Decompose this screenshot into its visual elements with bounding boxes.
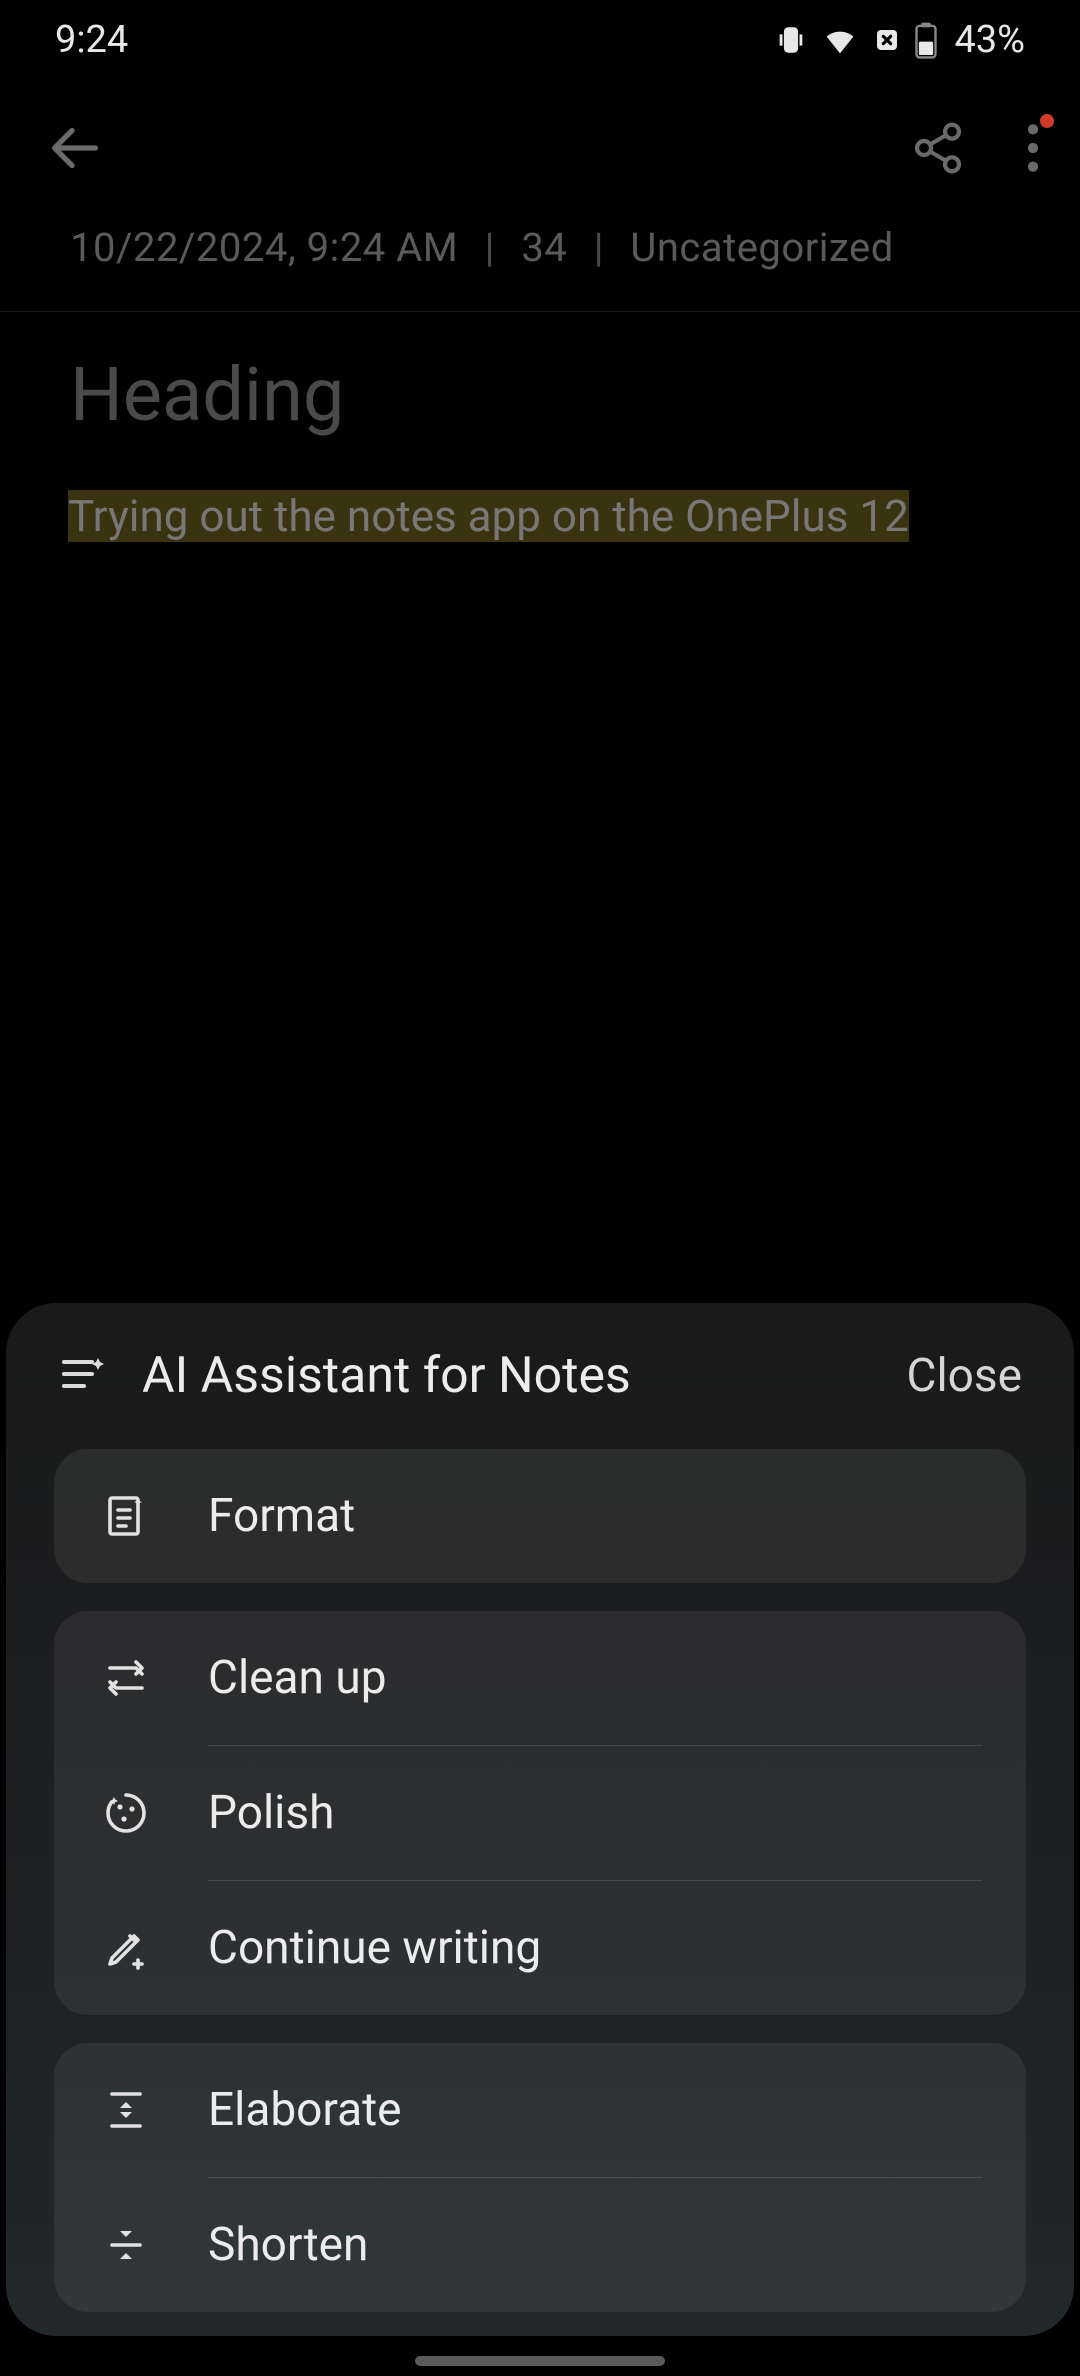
sheet-title: AI Assistant for Notes: [142, 1347, 907, 1405]
option-label: Shorten: [208, 2218, 368, 2272]
meta-separator: |: [485, 224, 495, 271]
selected-text[interactable]: Trying out the notes app on the OnePlus …: [68, 490, 909, 542]
shorten-icon: [98, 2221, 154, 2269]
meta-separator: |: [594, 224, 604, 271]
close-button[interactable]: Close: [907, 1349, 1023, 1403]
app-bar: [0, 80, 1080, 220]
ai-assistant-sheet: AI Assistant for Notes Close Format: [6, 1303, 1074, 2336]
polish-option[interactable]: Polish: [54, 1746, 1026, 1880]
battery-percent: 43%: [954, 18, 1025, 62]
share-button[interactable]: [910, 120, 966, 180]
elaborate-option[interactable]: Elaborate: [54, 2043, 1026, 2177]
vibrate-icon: [774, 23, 808, 57]
note-body-area[interactable]: Trying out the notes app on the OnePlus …: [0, 439, 1080, 544]
option-group: Elaborate Shorten: [54, 2043, 1026, 2312]
sheet-header: AI Assistant for Notes Close: [54, 1347, 1026, 1405]
status-icons: 43%: [774, 18, 1025, 62]
battery-icon: [914, 21, 938, 59]
polish-icon: [98, 1789, 154, 1837]
note-char-count: 34: [521, 224, 567, 271]
shorten-option[interactable]: Shorten: [54, 2178, 1026, 2312]
note-category[interactable]: Uncategorized: [630, 224, 893, 271]
note-date: 10/22/2024, 9:24 AM: [70, 224, 458, 271]
status-time: 9:24: [55, 18, 128, 62]
option-group: Format: [54, 1449, 1026, 1583]
option-group: Clean up Polish: [54, 1611, 1026, 2015]
option-label: Continue writing: [208, 1921, 541, 1975]
pencil-icon: [98, 1924, 154, 1972]
option-label: Elaborate: [208, 2083, 402, 2137]
format-option[interactable]: Format: [54, 1449, 1026, 1583]
back-button[interactable]: [40, 113, 110, 187]
status-bar: 9:24 43%: [0, 0, 1080, 80]
option-label: Clean up: [208, 1651, 387, 1705]
format-icon: [98, 1492, 154, 1540]
notification-badge: [1040, 114, 1054, 128]
cleanup-option[interactable]: Clean up: [54, 1611, 1026, 1745]
note-meta: 10/22/2024, 9:24 AM | 34 | Uncategorized: [0, 224, 1080, 271]
wifi-icon: [820, 20, 860, 60]
note-heading-input[interactable]: Heading: [0, 312, 1080, 439]
no-sim-icon: [872, 25, 902, 55]
continue-writing-option[interactable]: Continue writing: [54, 1881, 1026, 2015]
more-options-button[interactable]: [1026, 120, 1040, 180]
cleanup-icon: [98, 1654, 154, 1702]
gesture-bar[interactable]: [415, 2356, 665, 2366]
ai-list-icon: [58, 1350, 106, 1402]
option-label: Format: [208, 1489, 355, 1543]
elaborate-icon: [98, 2086, 154, 2134]
option-label: Polish: [208, 1786, 334, 1840]
